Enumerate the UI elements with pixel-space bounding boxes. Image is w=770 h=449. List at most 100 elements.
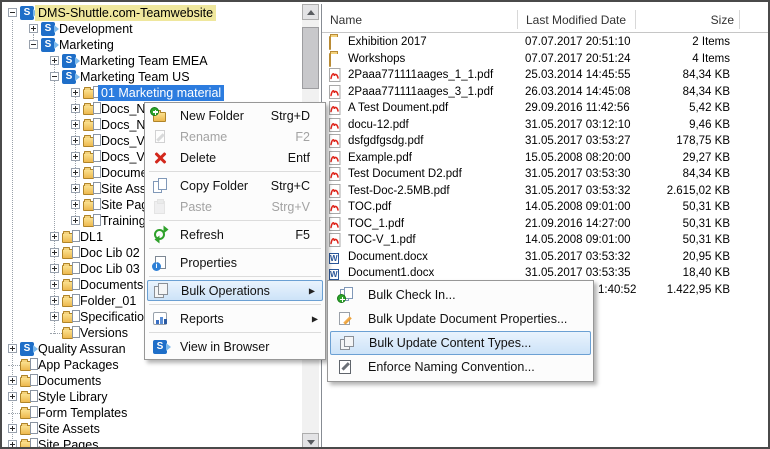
menu-item-delete[interactable]: Delete Entf <box>145 147 325 168</box>
tree-item-label[interactable]: DL1 <box>77 229 106 245</box>
scroll-up-button[interactable] <box>302 4 319 20</box>
tree-item[interactable]: Form Templates <box>4 405 302 421</box>
tree-expander-plus-icon[interactable] <box>71 168 80 177</box>
file-name[interactable]: Document1.docx <box>348 265 434 281</box>
menu-item-bulk-operations[interactable]: Bulk Operations ▶ <box>147 280 323 301</box>
file-name[interactable]: docu-12.pdf <box>348 117 409 133</box>
tree-item-label[interactable]: DMS-Shuttle.com-Teamwebsite <box>35 5 217 21</box>
tree-expander-plus-icon[interactable] <box>29 24 38 33</box>
menu-item-paste[interactable]: Paste Strg+V <box>145 196 325 217</box>
file-row[interactable]: TOC-V_1.pdf 14.05.2008 09:01:00 50,31 KB <box>322 232 768 248</box>
tree-item-label[interactable]: Versions <box>77 325 131 341</box>
file-row[interactable]: Example.pdf 15.05.2008 08:20:00 29,27 KB <box>322 150 768 166</box>
tree-item[interactable]: 01 Marketing material <box>4 85 302 101</box>
file-name[interactable]: 2Paaa771111aages_1_1.pdf <box>348 67 493 83</box>
tree-expander-plus-icon[interactable] <box>71 216 80 225</box>
file-name[interactable]: Exhibition 2017 <box>348 34 427 50</box>
tree-item-label[interactable]: Site Assets <box>35 421 103 437</box>
tree-item-label[interactable]: Folder_01 <box>77 293 139 309</box>
column-divider[interactable] <box>739 10 740 29</box>
column-divider[interactable] <box>517 10 518 29</box>
tree-expander-minus-icon[interactable] <box>29 40 38 49</box>
file-name[interactable]: TOC-V_1.pdf <box>348 232 416 248</box>
tree-expander-plus-icon[interactable] <box>71 184 80 193</box>
tree-item-label[interactable]: Marketing Team US <box>77 69 193 85</box>
file-row[interactable]: Test-Doc-2.5MB.pdf 31.05.2017 03:53:32 2.6… <box>322 183 768 199</box>
column-header-size[interactable]: Size <box>635 12 734 28</box>
tree-expander-plus-icon[interactable] <box>71 120 80 129</box>
file-row[interactable]: A Test Doument.pdf 29.09.2016 11:42:56 5,4… <box>322 100 768 116</box>
tree-expander-plus-icon[interactable] <box>50 248 59 257</box>
file-name[interactable]: Test-Doc-2.5MB.pdf <box>348 183 450 199</box>
tree-item[interactable]: Style Library <box>4 389 302 405</box>
tree-item-label[interactable]: Site Ass <box>98 181 149 197</box>
column-header-name[interactable]: Name <box>330 12 362 28</box>
tree-expander-plus-icon[interactable] <box>50 232 59 241</box>
file-row[interactable]: 2Paaa771111aages_1_1.pdf 25.03.2014 14:45… <box>322 67 768 83</box>
tree-item-label[interactable]: Specificatio <box>77 309 147 325</box>
file-row[interactable]: Exhibition 2017 07.07.2017 20:51:10 2 Item… <box>322 34 768 50</box>
menu-item-view-in-browser[interactable]: View in Browser <box>145 336 325 357</box>
tree-expander-plus-icon[interactable] <box>50 312 59 321</box>
tree-item-label[interactable]: Documents <box>77 277 146 293</box>
file-name[interactable]: A Test Doument.pdf <box>348 100 448 116</box>
file-row[interactable]: 2Paaa771111aages_3_1.pdf 26.03.2014 14:45… <box>322 84 768 100</box>
tree-item-label[interactable]: Site Pages <box>35 437 101 447</box>
file-row[interactable]: dsfgdfgsdg.pdf 31.05.2017 03:53:27 178,75 … <box>322 133 768 149</box>
tree-item-label[interactable]: Doc Lib 02 <box>77 245 143 261</box>
tree-item[interactable]: Site Assets <box>4 421 302 437</box>
file-row[interactable]: Test Document D2.pdf 31.05.2017 03:53:30 8… <box>322 166 768 182</box>
tree-item-label[interactable]: Docs_V <box>98 133 148 149</box>
tree-item[interactable]: DMS-Shuttle.com-Teamwebsite <box>4 5 302 21</box>
tree-expander-plus-icon[interactable] <box>8 344 17 353</box>
tree-expander-plus-icon[interactable] <box>71 88 80 97</box>
file-name[interactable]: dsfgdfgsdg.pdf <box>348 133 423 149</box>
file-row[interactable]: Document.docx 31.05.2017 03:53:32 20,95 KB <box>322 249 768 265</box>
tree-item[interactable]: Marketing Team EMEA <box>4 53 302 69</box>
tree-expander-plus-icon[interactable] <box>50 280 59 289</box>
tree-expander-plus-icon[interactable] <box>8 392 17 401</box>
tree-expander-plus-icon[interactable] <box>71 136 80 145</box>
tree-item-label[interactable]: Training <box>98 213 149 229</box>
tree-item-label[interactable]: App Packages <box>35 357 122 373</box>
tree-item-label[interactable]: Marketing <box>56 37 117 53</box>
tree-item-label[interactable]: Docs_N <box>98 117 148 133</box>
tree-expander-minus-icon[interactable] <box>8 8 17 17</box>
tree-item-label[interactable]: Docume <box>98 165 151 181</box>
tree-expander-plus-icon[interactable] <box>71 104 80 113</box>
tree-item-label[interactable]: Documents <box>35 373 104 389</box>
menu-item-copy-folder[interactable]: Copy Folder Strg+C <box>145 175 325 196</box>
file-name[interactable]: TOC_1.pdf <box>348 216 404 232</box>
tree-item[interactable]: Site Pages <box>4 437 302 447</box>
tree-item-label[interactable]: Form Templates <box>35 405 130 421</box>
file-row[interactable]: TOC_1.pdf 21.09.2016 14:27:00 50,31 KB <box>322 216 768 232</box>
file-row[interactable]: Workshops 07.07.2017 20:51:24 4 Items <box>322 51 768 67</box>
file-row[interactable]: Document1.docx 31.05.2017 03:53:35 18,40 K… <box>322 265 768 281</box>
file-name[interactable]: 2Paaa771111aages_3_1.pdf <box>348 84 493 100</box>
tree-expander-plus-icon[interactable] <box>8 440 17 447</box>
menu-item-rename[interactable]: Rename F2 <box>145 126 325 147</box>
tree-expander-plus-icon[interactable] <box>71 200 80 209</box>
tree-item[interactable]: Marketing Team US <box>4 69 302 85</box>
tree-item[interactable]: Documents <box>4 373 302 389</box>
submenu-item-enforce-naming-convention[interactable]: Enforce Naming Convention... <box>328 355 593 379</box>
menu-item-properties[interactable]: Properties <box>145 252 325 273</box>
scroll-down-button[interactable] <box>302 433 319 447</box>
tree-expander-plus-icon[interactable] <box>8 376 17 385</box>
menu-item-reports[interactable]: Reports ▶ <box>145 308 325 329</box>
file-name[interactable]: TOC.pdf <box>348 199 391 215</box>
file-name[interactable]: Test Document D2.pdf <box>348 166 462 182</box>
tree-item-label[interactable]: Docs_V <box>98 149 148 165</box>
file-row[interactable]: docu-12.pdf 31.05.2017 03:12:10 9,46 KB <box>322 117 768 133</box>
tree-item-label[interactable]: Doc Lib 03 <box>77 261 143 277</box>
file-row[interactable]: TOC.pdf 14.05.2008 09:01:00 50,31 KB <box>322 199 768 215</box>
file-name[interactable]: Example.pdf <box>348 150 412 166</box>
tree-expander-plus-icon[interactable] <box>8 424 17 433</box>
menu-item-new-folder[interactable]: New Folder Strg+D <box>145 105 325 126</box>
file-name[interactable]: Workshops <box>348 51 405 67</box>
menu-item-refresh[interactable]: Refresh F5 <box>145 224 325 245</box>
column-header-last-modified-date[interactable]: Last Modified Date <box>526 12 626 28</box>
tree-item-label[interactable]: Development <box>56 21 136 37</box>
tree-expander-plus-icon[interactable] <box>50 264 59 273</box>
tree-item-label[interactable]: Docs_N <box>98 101 148 117</box>
